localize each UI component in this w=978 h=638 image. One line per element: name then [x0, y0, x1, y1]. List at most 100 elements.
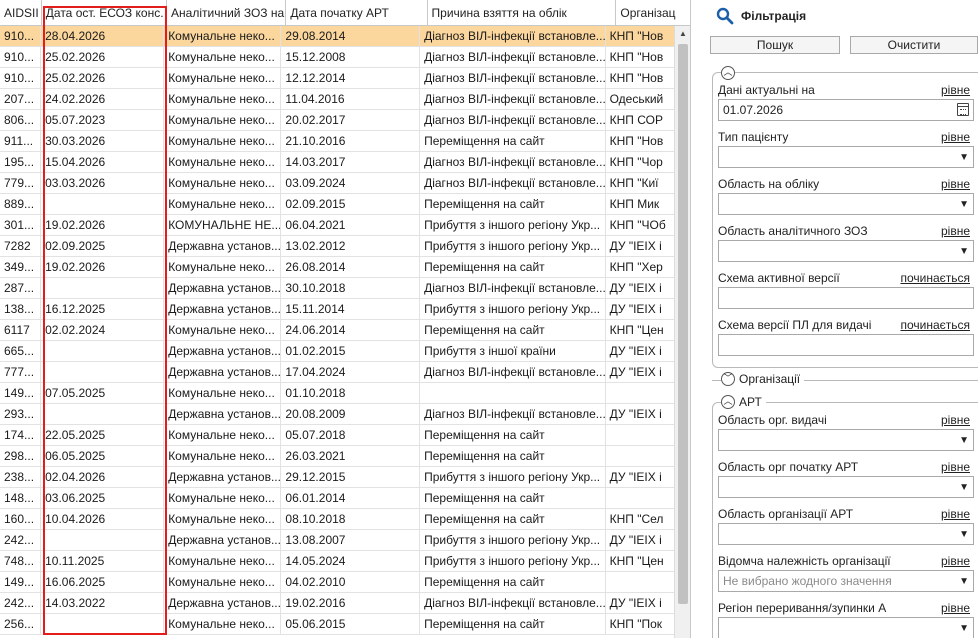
cell-analytic-zoz[interactable]: Комунальне неко...: [164, 110, 282, 131]
field-op-registration-region[interactable]: рівне: [941, 177, 970, 191]
cell-organization[interactable]: ДУ "ІЕІХ і: [606, 299, 674, 320]
table-row[interactable]: 298... 06.05.2025 Комунальне неко... 26.03.…: [0, 446, 674, 467]
cell-last-esoz-consult-date[interactable]: [41, 404, 165, 425]
cell-aidsii[interactable]: 149...: [0, 383, 42, 404]
cell-registration-reason[interactable]: Прибуття з іншого регіону Укр...: [420, 467, 606, 488]
cell-registration-reason[interactable]: Діагноз ВІЛ-інфекції встановле...: [420, 362, 606, 383]
table-row[interactable]: 149... 16.06.2025 Комунальне неко... 04.02.…: [0, 572, 674, 593]
cell-analytic-zoz[interactable]: Комунальне неко...: [164, 257, 282, 278]
table-row[interactable]: 777... Державна установ... 17.04.2024 Діагн…: [0, 362, 674, 383]
cell-art-start-date[interactable]: 21.10.2016: [281, 131, 421, 152]
cell-aidsii[interactable]: 242...: [0, 530, 42, 551]
cell-last-esoz-consult-date[interactable]: 02.09.2025: [41, 236, 165, 257]
cell-analytic-zoz[interactable]: Комунальне неко...: [164, 383, 282, 404]
expand-organizations-icon[interactable]: ﹀: [721, 372, 735, 386]
cell-registration-reason[interactable]: Діагноз ВІЛ-інфекції встановле...: [420, 404, 606, 425]
field-op-patient-type[interactable]: рівне: [941, 130, 970, 144]
scroll-up-arrow-icon[interactable]: ▲: [675, 26, 690, 42]
cell-registration-reason[interactable]: Діагноз ВІЛ-інфекції встановле...: [420, 47, 606, 68]
table-row[interactable]: 160... 10.04.2026 Комунальне неко... 08.10.…: [0, 509, 674, 530]
table-row[interactable]: 910... 25.02.2026 Комунальне неко... 15.12.…: [0, 47, 674, 68]
table-row[interactable]: 242... Державна установ... 13.08.2007 Прибу…: [0, 530, 674, 551]
cell-aidsii[interactable]: 195...: [0, 152, 42, 173]
cell-registration-reason[interactable]: Переміщення на сайт: [420, 425, 606, 446]
cell-art-start-date[interactable]: 13.08.2007: [281, 530, 421, 551]
column-header-last-esoz-consult-date[interactable]: Дата ост. ЕСОЗ конс.: [42, 0, 168, 26]
patient-type-select[interactable]: ▼: [718, 146, 974, 168]
cell-analytic-zoz[interactable]: Комунальне неко...: [164, 320, 282, 341]
cell-organization[interactable]: КНП "Нов: [606, 131, 674, 152]
column-header-aidsii[interactable]: AIDSII: [0, 0, 42, 26]
data-date-input[interactable]: 01.07.2026: [718, 99, 974, 121]
cell-registration-reason[interactable]: [420, 383, 606, 404]
cell-organization[interactable]: КНП "ЧОб: [606, 215, 674, 236]
cell-art-start-date[interactable]: 03.09.2024: [281, 173, 421, 194]
cell-registration-reason[interactable]: Переміщення на сайт: [420, 614, 606, 635]
cell-organization[interactable]: КНП "Хер: [606, 257, 674, 278]
cell-aidsii[interactable]: 748...: [0, 551, 42, 572]
cell-analytic-zoz[interactable]: Комунальне неко...: [164, 572, 282, 593]
cell-art-start-date[interactable]: 14.05.2024: [281, 551, 421, 572]
cell-analytic-zoz[interactable]: Державна установ...: [164, 362, 282, 383]
column-header-organization[interactable]: Організац: [616, 0, 690, 26]
cell-registration-reason[interactable]: Переміщення на сайт: [420, 488, 606, 509]
table-row[interactable]: 293... Державна установ... 20.08.2009 Діагн…: [0, 404, 674, 425]
cell-art-start-date[interactable]: 14.03.2017: [281, 152, 421, 173]
cell-art-start-date[interactable]: 01.02.2015: [281, 341, 421, 362]
cell-analytic-zoz[interactable]: Комунальне неко...: [164, 26, 282, 47]
cell-last-esoz-consult-date[interactable]: [41, 341, 165, 362]
calendar-icon[interactable]: [957, 103, 969, 116]
cell-organization[interactable]: КНП "Нов: [606, 47, 674, 68]
cell-aidsii[interactable]: 160...: [0, 509, 42, 530]
cell-organization[interactable]: ДУ "ІЕІХ і: [606, 467, 674, 488]
table-row[interactable]: 238... 02.04.2026 Державна установ... 29.12…: [0, 467, 674, 488]
cell-last-esoz-consult-date[interactable]: 16.06.2025: [41, 572, 165, 593]
cell-organization[interactable]: КНП "Киї: [606, 173, 674, 194]
cell-registration-reason[interactable]: Переміщення на сайт: [420, 509, 606, 530]
cell-registration-reason[interactable]: Діагноз ВІЛ-інфекції встановле...: [420, 173, 606, 194]
cell-organization[interactable]: ДУ "ІЕІХ і: [606, 404, 674, 425]
cell-registration-reason[interactable]: Переміщення на сайт: [420, 131, 606, 152]
field-op-issue-org-region[interactable]: рівне: [941, 413, 970, 427]
cell-analytic-zoz[interactable]: Комунальне неко...: [164, 425, 282, 446]
cell-registration-reason[interactable]: Діагноз ВІЛ-інфекції встановле...: [420, 278, 606, 299]
cell-last-esoz-consult-date[interactable]: 07.05.2025: [41, 383, 165, 404]
cell-registration-reason[interactable]: Прибуття з іншої країни: [420, 341, 606, 362]
cell-last-esoz-consult-date[interactable]: 16.12.2025: [41, 299, 165, 320]
cell-aidsii[interactable]: 889...: [0, 194, 42, 215]
cell-last-esoz-consult-date[interactable]: 19.02.2026: [41, 257, 165, 278]
column-header-registration-reason[interactable]: Причина взяття на облік: [428, 0, 617, 26]
cell-art-start-date[interactable]: 20.02.2017: [281, 110, 421, 131]
art-start-org-region-select[interactable]: ▼: [718, 476, 974, 498]
cell-last-esoz-consult-date[interactable]: 03.03.2026: [41, 173, 165, 194]
search-button[interactable]: Пошук: [710, 36, 840, 54]
cell-last-esoz-consult-date[interactable]: [41, 278, 165, 299]
field-op-art-org-region[interactable]: рівне: [941, 507, 970, 521]
cell-organization[interactable]: [606, 446, 674, 467]
cell-art-start-date[interactable]: 29.08.2014: [281, 26, 421, 47]
cell-registration-reason[interactable]: Діагноз ВІЛ-інфекції встановле...: [420, 110, 606, 131]
interruption-region-select[interactable]: ▼: [718, 617, 974, 638]
cell-last-esoz-consult-date[interactable]: [41, 194, 165, 215]
column-header-art-start-date[interactable]: Дата початку АРТ: [286, 0, 428, 26]
cell-analytic-zoz[interactable]: Комунальне неко...: [164, 68, 282, 89]
cell-art-start-date[interactable]: 20.08.2009: [281, 404, 421, 425]
cell-last-esoz-consult-date[interactable]: [41, 362, 165, 383]
cell-analytic-zoz[interactable]: Комунальне неко...: [164, 446, 282, 467]
table-row[interactable]: 779... 03.03.2026 Комунальне неко... 03.09.…: [0, 173, 674, 194]
cell-analytic-zoz[interactable]: Державна установ...: [164, 593, 282, 614]
field-op-data-date[interactable]: рівне: [941, 83, 970, 97]
table-row[interactable]: 889... Комунальне неко... 02.09.2015 Перемі…: [0, 194, 674, 215]
cell-registration-reason[interactable]: Діагноз ВІЛ-інфекції встановле...: [420, 89, 606, 110]
cell-last-esoz-consult-date[interactable]: 02.02.2024: [41, 320, 165, 341]
cell-last-esoz-consult-date[interactable]: 06.05.2025: [41, 446, 165, 467]
cell-registration-reason[interactable]: Діагноз ВІЛ-інфекції встановле...: [420, 152, 606, 173]
cell-last-esoz-consult-date[interactable]: 10.04.2026: [41, 509, 165, 530]
cell-analytic-zoz[interactable]: Комунальне неко...: [164, 47, 282, 68]
cell-art-start-date[interactable]: 15.12.2008: [281, 47, 421, 68]
cell-last-esoz-consult-date[interactable]: 05.07.2023: [41, 110, 165, 131]
cell-art-start-date[interactable]: 01.10.2018: [281, 383, 421, 404]
cell-aidsii[interactable]: 287...: [0, 278, 42, 299]
cell-organization[interactable]: [606, 572, 674, 593]
cell-art-start-date[interactable]: 17.04.2024: [281, 362, 421, 383]
